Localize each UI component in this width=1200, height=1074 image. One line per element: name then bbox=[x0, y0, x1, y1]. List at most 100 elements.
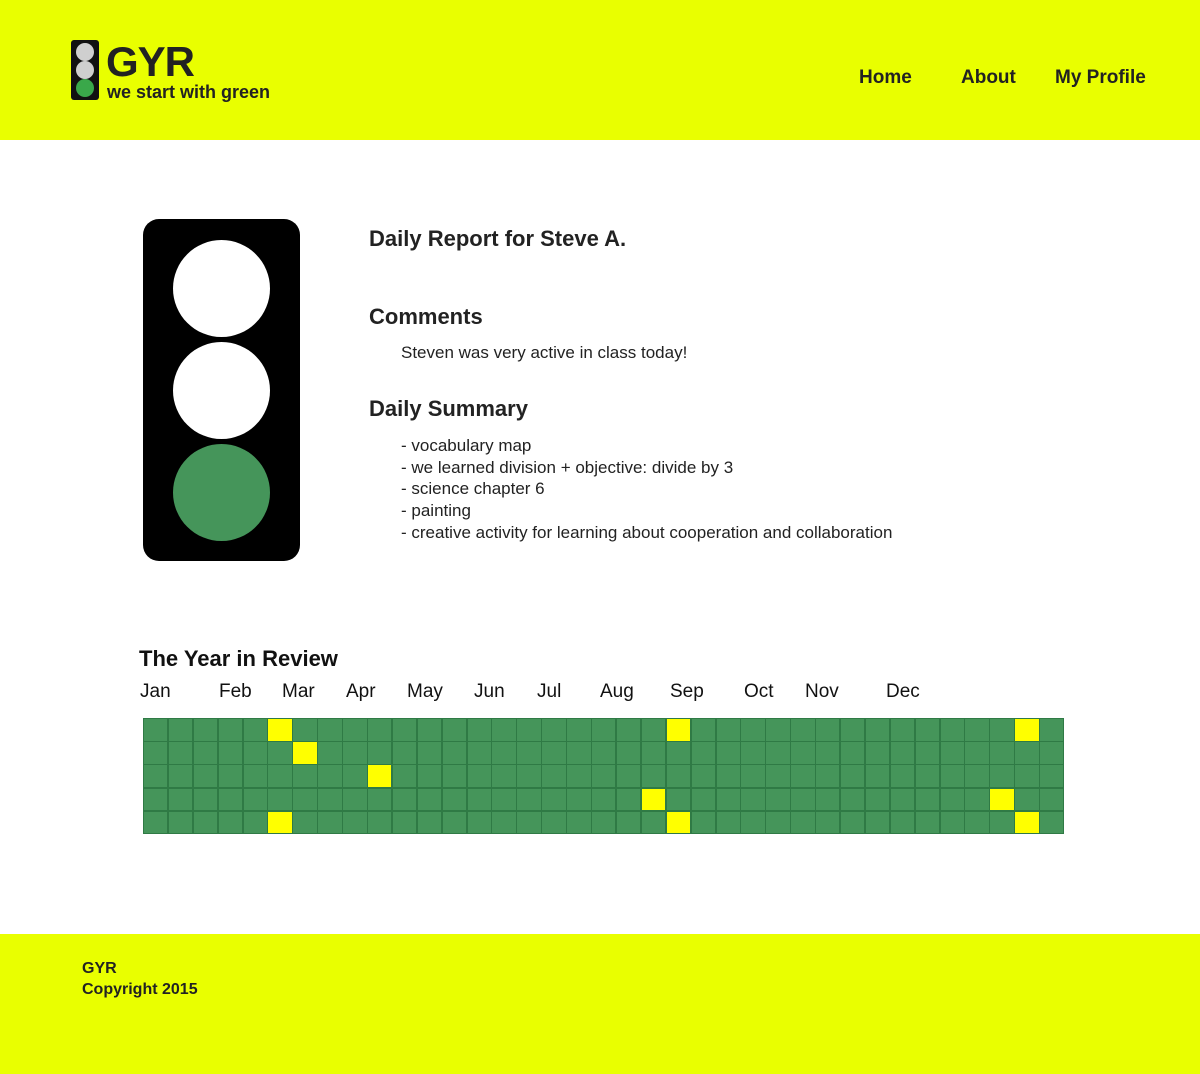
traffic-light-icon bbox=[143, 219, 300, 561]
day-cell-green bbox=[615, 741, 642, 765]
day-cell-green bbox=[217, 741, 244, 765]
summary-item: - painting bbox=[401, 501, 471, 521]
comments-heading: Comments bbox=[369, 304, 483, 329]
summary-item: - science chapter 6 bbox=[401, 479, 545, 499]
day-cell-green bbox=[939, 764, 965, 789]
day-cell-green bbox=[416, 787, 443, 812]
day-cell-green bbox=[989, 810, 1015, 835]
day-cell-yellow bbox=[665, 810, 692, 835]
day-cell-green bbox=[292, 787, 318, 812]
report-title: Daily Report for Steve A. bbox=[369, 226, 627, 251]
day-cell-green bbox=[765, 810, 791, 835]
month-label-apr: Apr bbox=[346, 681, 376, 702]
summary-list: - vocabulary map - we learned division +… bbox=[401, 435, 892, 544]
day-cell-green bbox=[640, 764, 667, 789]
day-cell-green bbox=[491, 764, 517, 789]
day-cell-green bbox=[416, 810, 443, 835]
day-cell-green bbox=[491, 718, 517, 742]
day-cell-yellow bbox=[665, 718, 692, 742]
day-cell-green bbox=[690, 764, 716, 789]
footer-bar: GYR Copyright 2015 bbox=[0, 934, 1200, 1074]
day-cell-green bbox=[715, 741, 741, 765]
header-bar: GYR we start with green Home About My Pr… bbox=[0, 0, 1200, 140]
day-cell-green bbox=[566, 764, 592, 789]
day-cell-green bbox=[640, 741, 667, 765]
day-cell-green bbox=[989, 741, 1015, 765]
day-cell-green bbox=[317, 741, 343, 765]
day-cell-green bbox=[143, 741, 169, 765]
day-cell-green bbox=[441, 764, 468, 789]
nav-about[interactable]: About bbox=[961, 66, 1016, 90]
day-cell-green bbox=[367, 718, 393, 742]
day-cell-green bbox=[740, 718, 766, 742]
day-cell-green bbox=[839, 741, 866, 765]
day-cell-green bbox=[740, 741, 766, 765]
day-cell-green bbox=[242, 718, 268, 742]
day-cell-green bbox=[317, 718, 343, 742]
traffic-light-icon bbox=[71, 40, 99, 100]
day-cell-green bbox=[1039, 810, 1065, 835]
day-cell-green bbox=[541, 741, 567, 765]
logo-tagline: we start with green bbox=[107, 82, 271, 102]
day-cell-green bbox=[964, 718, 990, 742]
day-cell-green bbox=[889, 741, 916, 765]
day-cell-green bbox=[790, 787, 816, 812]
day-cell-green bbox=[367, 810, 393, 835]
month-label-aug: Aug bbox=[600, 681, 634, 702]
day-cell-green bbox=[541, 810, 567, 835]
day-cell-green bbox=[1039, 787, 1065, 812]
comment-text: Steven was very active in class today! bbox=[401, 343, 688, 362]
day-cell-green bbox=[192, 718, 219, 742]
day-cell-green bbox=[740, 810, 766, 835]
day-cell-green bbox=[690, 718, 716, 742]
day-cell-green bbox=[790, 810, 816, 835]
day-cell-green bbox=[889, 787, 916, 812]
day-cell-green bbox=[192, 764, 219, 789]
day-cell-yellow bbox=[640, 787, 667, 812]
day-cell-green bbox=[939, 810, 965, 835]
day-cell-green bbox=[217, 787, 244, 812]
day-cell-green bbox=[889, 764, 916, 789]
daily-summary-heading: Daily Summary bbox=[369, 396, 528, 421]
day-cell-green bbox=[566, 787, 592, 812]
day-cell-green bbox=[615, 787, 642, 812]
day-cell-green bbox=[242, 764, 268, 789]
day-cell-green bbox=[765, 787, 791, 812]
nav-my-profile[interactable]: My Profile bbox=[1055, 66, 1146, 90]
day-cell-green bbox=[715, 718, 741, 742]
day-cell-green bbox=[391, 718, 418, 742]
day-cell-green bbox=[466, 787, 492, 812]
month-label-oct: Oct bbox=[744, 681, 774, 702]
day-cell-green bbox=[267, 741, 293, 765]
day-cell-green bbox=[391, 764, 418, 789]
day-cell-green bbox=[342, 787, 368, 812]
day-cell-green bbox=[541, 764, 567, 789]
day-cell-green bbox=[441, 787, 468, 812]
day-cell-green bbox=[466, 741, 492, 765]
nav-home[interactable]: Home bbox=[859, 66, 912, 90]
day-cell-yellow bbox=[367, 764, 393, 789]
day-cell-green bbox=[665, 741, 692, 765]
day-cell-green bbox=[790, 764, 816, 789]
day-cell-green bbox=[367, 741, 393, 765]
day-cell-green bbox=[491, 810, 517, 835]
day-cell-green bbox=[964, 764, 990, 789]
day-cell-green bbox=[391, 787, 418, 812]
day-cell-green bbox=[267, 787, 293, 812]
day-cell-green bbox=[665, 787, 692, 812]
day-cell-green bbox=[1039, 741, 1065, 765]
day-cell-green bbox=[167, 810, 194, 835]
day-cell-green bbox=[591, 718, 617, 742]
day-cell-green bbox=[864, 741, 891, 765]
day-cell-green bbox=[566, 741, 592, 765]
footer-brand: GYR bbox=[82, 960, 117, 977]
day-cell-green bbox=[192, 787, 219, 812]
day-cell-green bbox=[939, 787, 965, 812]
logo-yellow-lamp bbox=[76, 61, 94, 79]
day-cell-green bbox=[416, 764, 443, 789]
day-cell-yellow bbox=[292, 741, 318, 765]
logo[interactable]: GYR we start with green bbox=[71, 39, 301, 104]
day-cell-green bbox=[566, 810, 592, 835]
day-cell-green bbox=[491, 787, 517, 812]
day-cell-green bbox=[1014, 764, 1040, 789]
